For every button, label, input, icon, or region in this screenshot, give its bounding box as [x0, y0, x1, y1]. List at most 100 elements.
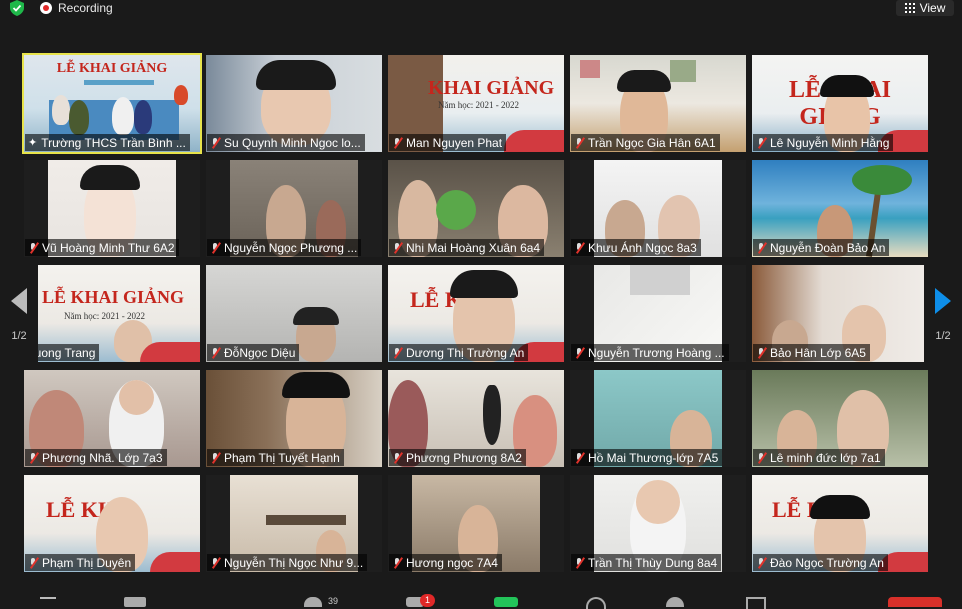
participant-name-label: ĐỗNgọc Diệu: [207, 344, 300, 361]
host-icon: ✦: [28, 137, 38, 149]
muted-mic-icon: [756, 137, 766, 149]
participant-name-label: Phương Phương 8A2: [389, 449, 526, 466]
video-tile[interactable]: KHAI GIẢNG Năm học: 2021 - 2022 Man Nguy…: [388, 55, 564, 152]
participants-count: 39: [328, 596, 339, 606]
mute-icon[interactable]: [40, 597, 56, 609]
participant-name-label: Trần Ngọc Gia Hân 6A1: [571, 134, 720, 151]
page-indicator: 1/2: [935, 330, 951, 342]
muted-mic-icon: [756, 557, 766, 569]
participant-name-label: Phạm Thị Tuyết Hạnh: [207, 449, 344, 466]
video-tile[interactable]: Nhi Mai Hoàng Xuân 6a4: [388, 160, 564, 257]
banner-text: KHAI GIẢNG: [428, 77, 555, 99]
participant-name-label: Vũ Hoàng Minh Thư 6A2: [25, 239, 179, 256]
video-tile[interactable]: LỄ KHAI GIẢNG Năm học: 2021 - 2022 huong…: [24, 265, 200, 362]
muted-mic-icon: [392, 452, 402, 464]
muted-mic-icon: [574, 452, 584, 464]
record-icon: [40, 1, 52, 14]
participant-name-label: Phạm Thị Duyên: [25, 554, 136, 571]
video-tile[interactable]: Bảo Hân Lớp 6A5: [752, 265, 928, 362]
previous-page-button[interactable]: 1/2: [0, 265, 38, 365]
muted-mic-icon: [574, 242, 584, 254]
view-button[interactable]: View: [896, 0, 954, 16]
video-tile[interactable]: LỄ KHAI Đào Ngọc Trường An: [752, 475, 928, 572]
muted-mic-icon: [210, 347, 220, 359]
video-tile[interactable]: LỄ KHA Phạm Thị Duyên: [24, 475, 200, 572]
muted-mic-icon: [756, 242, 766, 254]
video-tile[interactable]: Nguyễn Đoàn Bảo An: [752, 160, 928, 257]
participant-name-label: Man Nguyen Phat: [389, 134, 507, 151]
video-tile[interactable]: Phương Phương 8A2: [388, 370, 564, 467]
muted-mic-icon: [392, 137, 402, 149]
participant-name-label: Dương Thị Trường An: [389, 344, 529, 361]
muted-mic-icon: [392, 242, 402, 254]
video-tile[interactable]: LỄ KH Dương Thị Trường An: [388, 265, 564, 362]
muted-mic-icon: [392, 557, 402, 569]
participant-name-label: Phương Nhã. Lớp 7a3: [25, 449, 167, 466]
video-tile[interactable]: Trần Thị Thùy Dung 8a4: [570, 475, 746, 572]
top-bar: Recording View: [0, 0, 962, 20]
muted-mic-icon: [756, 452, 766, 464]
end-meeting-button[interactable]: [888, 597, 942, 607]
shield-icon[interactable]: [8, 0, 26, 16]
video-tile[interactable]: Phương Nhã. Lớp 7a3: [24, 370, 200, 467]
reactions-icon[interactable]: [666, 597, 684, 607]
next-page-button[interactable]: 1/2: [924, 265, 962, 365]
record-button-icon[interactable]: [586, 597, 606, 609]
video-tile[interactable]: Nguyễn Trương Hoàng ...: [570, 265, 746, 362]
video-icon[interactable]: [124, 597, 146, 607]
participant-name-label: Nguyễn Ngọc Phương ...: [207, 239, 362, 256]
meeting-toolbar: [0, 595, 962, 609]
muted-mic-icon: [210, 137, 220, 149]
video-tile[interactable]: Khưu Ánh Ngọc 8a3: [570, 160, 746, 257]
view-label: View: [919, 1, 946, 15]
participant-name-label: Nhi Mai Hoàng Xuân 6a4: [389, 239, 545, 256]
grid-view-icon: [904, 3, 915, 13]
participant-name-label: Lê Nguyễn Minh Hằng: [753, 134, 894, 151]
apps-icon[interactable]: [746, 597, 766, 609]
participants-icon[interactable]: [304, 597, 322, 607]
video-tile[interactable]: LỄ KHAI GIẢNG ✦ Trường THCS Trần Bình ..…: [22, 53, 202, 154]
recording-label: Recording: [58, 0, 113, 15]
participant-name-label: Đào Ngọc Trường An: [753, 554, 888, 571]
muted-mic-icon: [28, 242, 38, 254]
video-tile[interactable]: Nguyễn Thị Ngọc Như 9...: [206, 475, 382, 572]
recording-indicator[interactable]: Recording: [40, 0, 113, 15]
participant-name-label: Nguyễn Trương Hoàng ...: [571, 344, 729, 361]
participant-name-label: Hương ngọc 7A4: [389, 554, 502, 571]
chevron-right-icon: [935, 288, 951, 314]
participant-name-label: ✦ Trường THCS Trần Bình ...: [25, 134, 190, 151]
muted-mic-icon: [28, 452, 38, 464]
muted-mic-icon: [574, 137, 584, 149]
muted-mic-icon: [574, 557, 584, 569]
banner-text: LỄ KHAI GIẢNG: [42, 287, 185, 307]
video-tile[interactable]: LỄ KHAI GIẢNG Lê Nguyễn Minh Hằng: [752, 55, 928, 152]
participant-name-label: Bảo Hân Lớp 6A5: [753, 344, 870, 361]
video-tile[interactable]: Phạm Thị Tuyết Hạnh: [206, 370, 382, 467]
participant-name-label: Nguyễn Đoàn Bảo An: [753, 239, 890, 256]
share-screen-icon[interactable]: [494, 597, 518, 607]
video-tile[interactable]: Su Quynh Minh Ngoc lo...: [206, 55, 382, 152]
participant-name-label: Hồ Mai Thương-lớp 7A5: [571, 449, 723, 466]
video-tile[interactable]: Nguyễn Ngọc Phương ...: [206, 160, 382, 257]
banner-subtext: Năm học: 2021 - 2022: [438, 100, 519, 110]
muted-mic-icon: [210, 452, 220, 464]
chevron-left-icon: [11, 288, 27, 314]
participant-name-label: Khưu Ánh Ngọc 8a3: [571, 239, 701, 256]
chat-notification-badge: 1: [420, 594, 435, 607]
muted-mic-icon: [574, 347, 584, 359]
participant-name-label: Lê minh đức lớp 7a1: [753, 449, 885, 466]
video-tile[interactable]: Hương ngọc 7A4: [388, 475, 564, 572]
muted-mic-icon: [210, 242, 220, 254]
video-tile[interactable]: Hồ Mai Thương-lớp 7A5: [570, 370, 746, 467]
banner-text: LỄ KHAI GIẢNG: [56, 61, 168, 76]
muted-mic-icon: [210, 557, 220, 569]
page-indicator: 1/2: [11, 330, 27, 342]
video-tile[interactable]: Vũ Hoàng Minh Thư 6A2: [24, 160, 200, 257]
muted-mic-icon: [28, 557, 38, 569]
video-tile[interactable]: Trần Ngọc Gia Hân 6A1: [570, 55, 746, 152]
muted-mic-icon: [392, 347, 402, 359]
participant-name-label: Nguyễn Thị Ngọc Như 9...: [207, 554, 368, 571]
video-tile[interactable]: ĐỗNgọc Diệu: [206, 265, 382, 362]
video-tile[interactable]: Lê minh đức lớp 7a1: [752, 370, 928, 467]
participant-name-label: Su Quynh Minh Ngoc lo...: [207, 134, 365, 151]
